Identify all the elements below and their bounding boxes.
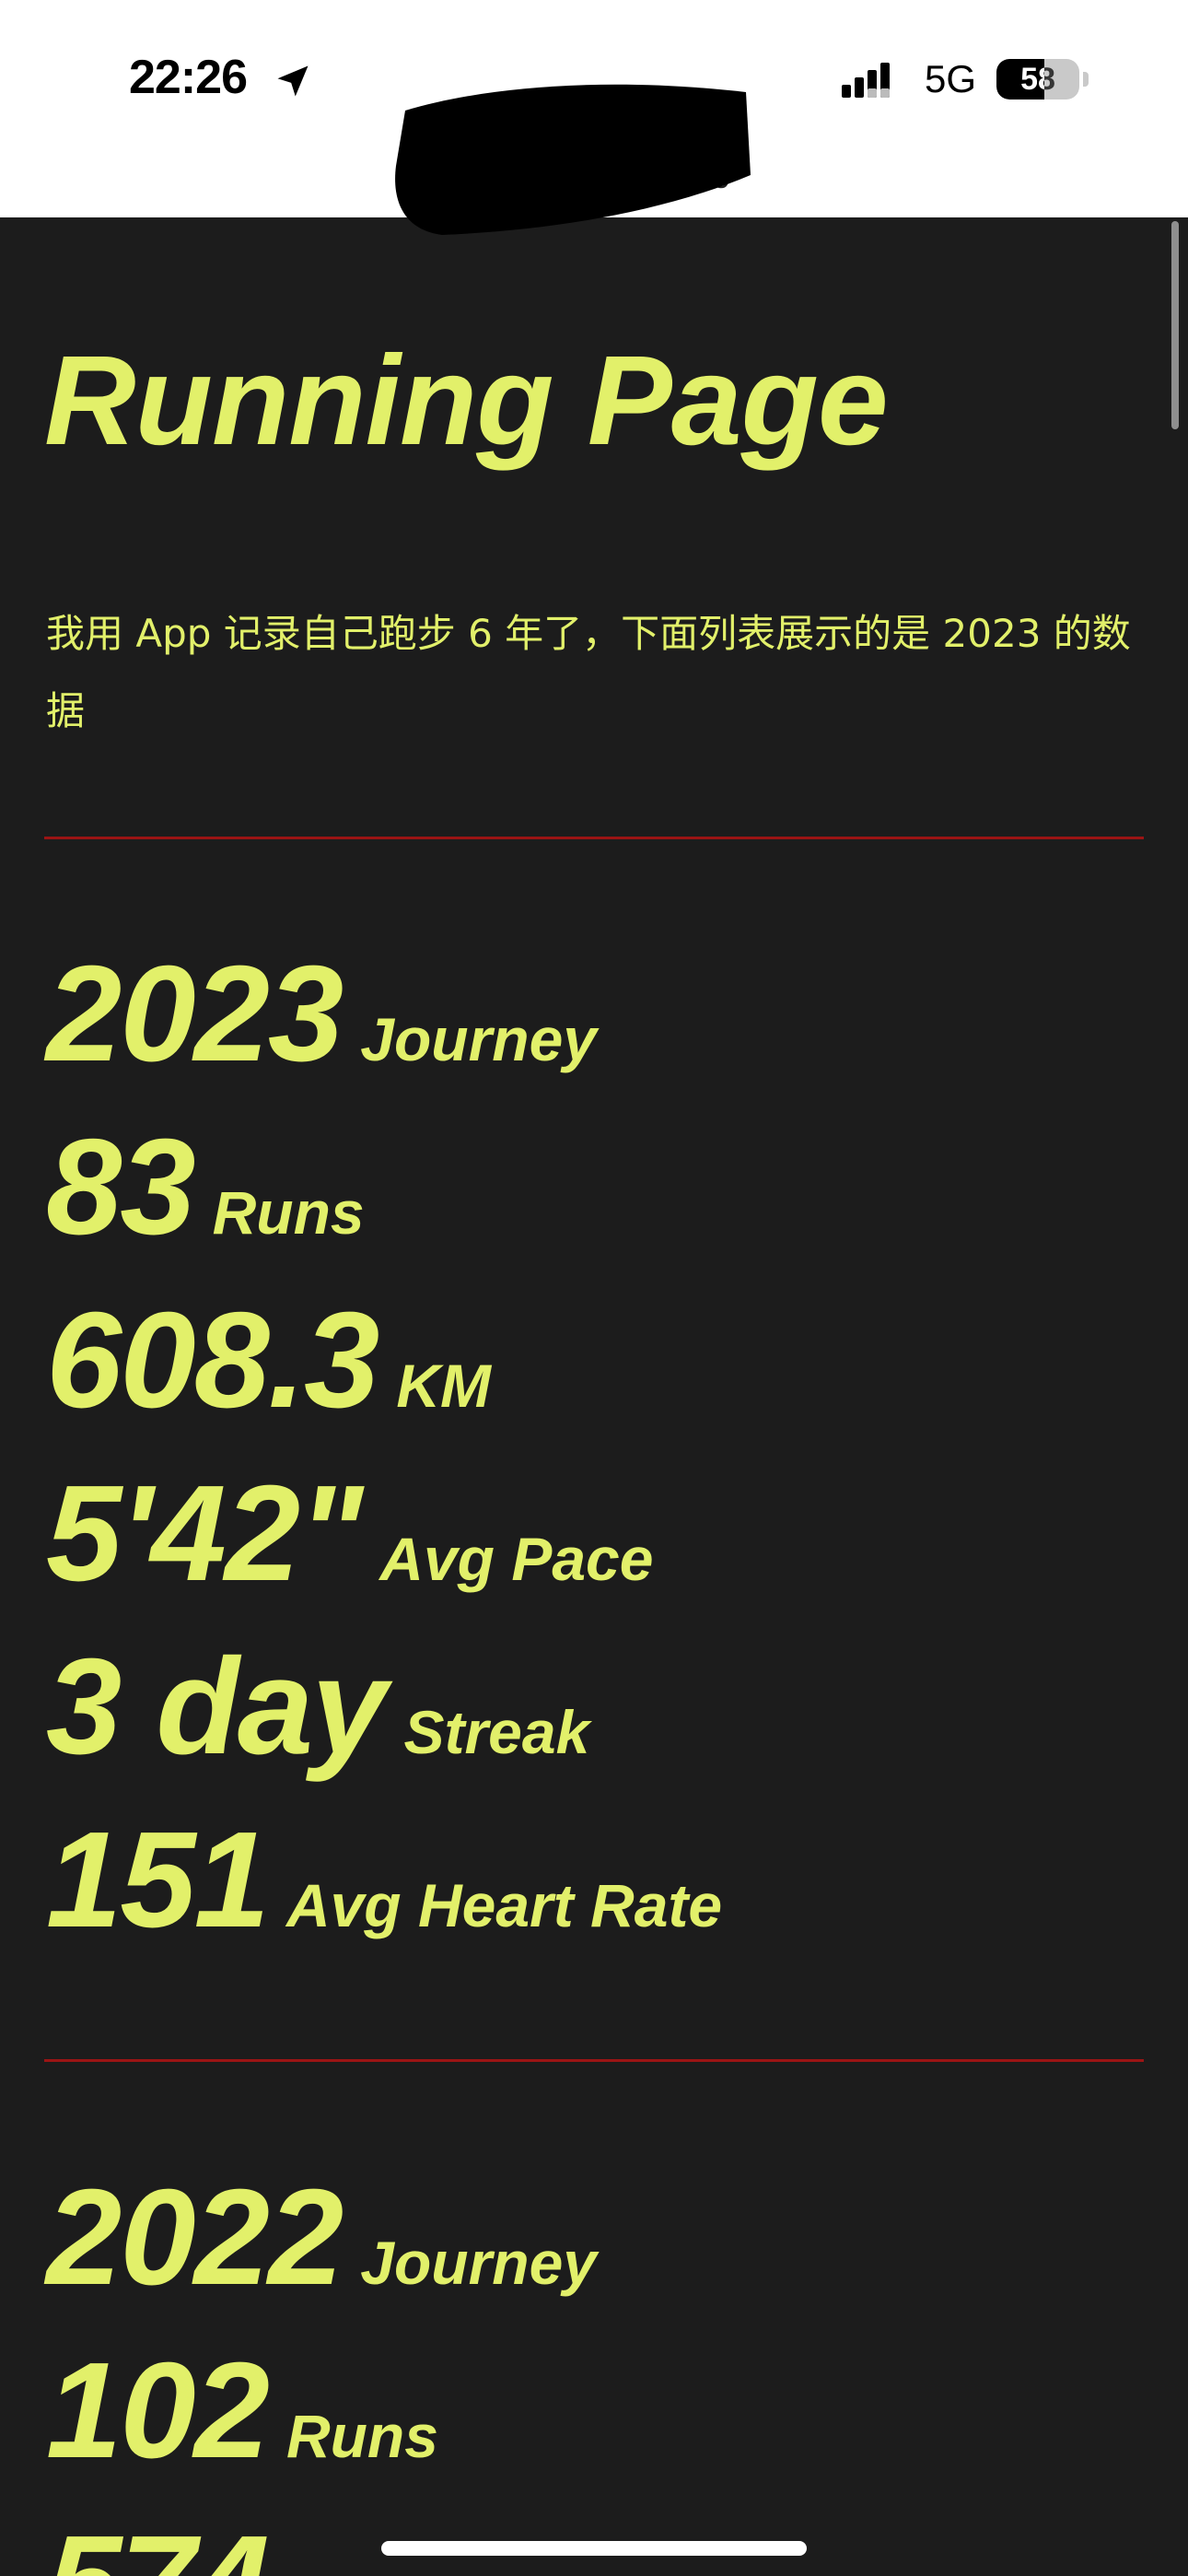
stat-label: Runs <box>285 2402 438 2470</box>
network-type: 5G <box>925 57 977 100</box>
battery-icon: 58 <box>996 59 1079 100</box>
cellular-signal-icon <box>842 63 890 98</box>
divider <box>44 2059 1144 2062</box>
stat-value: 2023 <box>46 938 344 1090</box>
stat-value: 5'42" <box>46 1458 363 1610</box>
home-indicator[interactable] <box>381 2541 807 2556</box>
stat-runs: 102 Runs <box>46 2333 438 2489</box>
stat-journey: 2023 Journey <box>46 936 597 1093</box>
status-time: 22:26 <box>129 51 248 104</box>
battery-percentage: 58 <box>1020 62 1055 97</box>
stat-value: 102 <box>46 2335 270 2487</box>
stat-journey: 2022 Journey <box>46 2160 597 2316</box>
intro-text: 我用 App 记录自己跑步 6 年了，下面列表展示的是 2023 的数据 <box>46 611 1131 733</box>
location-arrow-icon <box>277 65 309 97</box>
stat-distance: 574KM <box>46 2506 381 2576</box>
stat-label: Runs <box>212 1178 365 1247</box>
redaction-scribble <box>395 84 751 235</box>
stat-avg-pace: 5'42" Avg Pace <box>46 1456 653 1612</box>
stat-label: Journey <box>360 1005 597 1073</box>
divider <box>44 837 1144 839</box>
stat-label: Journey <box>360 2229 597 2297</box>
battery-nub <box>1083 72 1089 87</box>
stat-streak: 3 day Streak <box>46 1629 589 1786</box>
stat-value: 3 day <box>46 1631 387 1783</box>
scrollbar[interactable] <box>1171 221 1179 429</box>
stat-value: 608.3 <box>46 1284 379 1436</box>
stat-value: 574 <box>46 2508 270 2576</box>
stat-label: KM <box>396 1352 492 1420</box>
stat-label: Streak <box>403 1698 590 1766</box>
stat-distance: 608.3 KM <box>46 1282 491 1439</box>
screen: 22:26 5G 58 o.io Running Page 我用 App 记录自… <box>0 0 1188 2576</box>
stat-value: 2022 <box>46 2161 344 2313</box>
stat-label: Avg Heart Rate <box>285 1871 723 1939</box>
stat-value: 151 <box>46 1804 270 1956</box>
browser-top-bar: 22:26 5G 58 o.io <box>0 0 1188 235</box>
stat-runs: 83 Runs <box>46 1109 365 1266</box>
page-title: Running Page <box>44 330 889 472</box>
stat-avg-heart-rate: 151 Avg Heart Rate <box>46 1802 722 1959</box>
stat-value: 83 <box>46 1111 196 1263</box>
stat-label: Avg Pace <box>379 1525 654 1593</box>
